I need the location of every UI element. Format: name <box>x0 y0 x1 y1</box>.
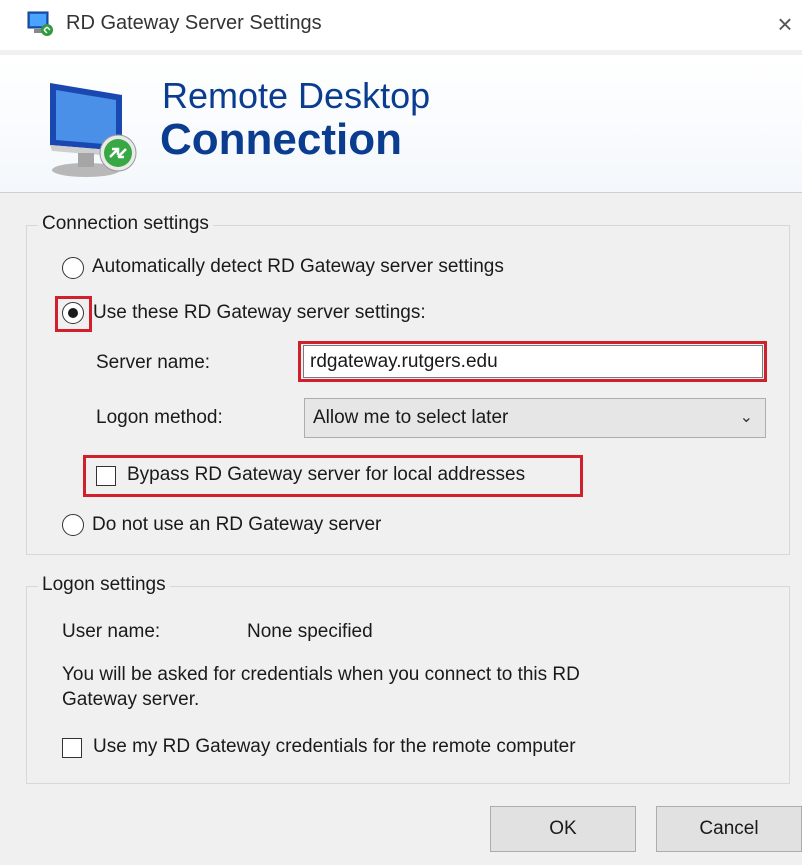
bypass-label[interactable]: Bypass RD Gateway server for local addre… <box>127 464 525 486</box>
banner-title-line1: Remote Desktop <box>162 75 431 116</box>
do-not-use-radio[interactable] <box>62 514 84 536</box>
cancel-button[interactable]: Cancel <box>656 806 802 852</box>
server-name-label: Server name: <box>96 352 211 373</box>
user-name-label: User name: <box>62 621 161 642</box>
ok-button[interactable]: OK <box>490 806 636 852</box>
title-bar: RD Gateway Server Settings × <box>0 0 802 50</box>
logon-settings-legend: Logon settings <box>38 574 170 596</box>
connection-settings-legend: Connection settings <box>38 213 213 235</box>
close-icon[interactable]: × <box>770 8 800 40</box>
do-not-use-label[interactable]: Do not use an RD Gateway server <box>92 514 381 536</box>
auto-detect-label[interactable]: Automatically detect RD Gateway server s… <box>92 256 504 278</box>
monitor-connection-icon <box>50 83 137 177</box>
radio-selected-dot <box>68 308 78 318</box>
chevron-down-icon: ⌄ <box>739 409 753 426</box>
credentials-info-line2: Gateway server. <box>62 689 200 710</box>
remote-desktop-icon <box>27 11 53 36</box>
auto-detect-radio[interactable] <box>62 257 84 279</box>
logon-method-label: Logon method: <box>96 407 223 428</box>
bypass-checkbox[interactable] <box>96 466 116 486</box>
banner-title-line2: Connection <box>160 115 402 164</box>
use-settings-label[interactable]: Use these RD Gateway server settings: <box>93 302 426 324</box>
logon-method-select[interactable]: Allow me to select later ⌄ <box>304 398 766 438</box>
server-name-input[interactable]: rdgateway.rutgers.edu <box>303 345 763 378</box>
use-credentials-checkbox[interactable] <box>62 738 82 758</box>
logon-method-value: Allow me to select later <box>313 407 509 428</box>
use-settings-radio[interactable] <box>62 302 84 324</box>
banner: Remote Desktop Connection <box>0 55 802 193</box>
use-credentials-label[interactable]: Use my RD Gateway credentials for the re… <box>93 736 576 758</box>
credentials-info-line1: You will be asked for credentials when y… <box>62 664 580 685</box>
user-name-value: None specified <box>247 621 373 642</box>
window-title: RD Gateway Server Settings <box>66 12 322 34</box>
